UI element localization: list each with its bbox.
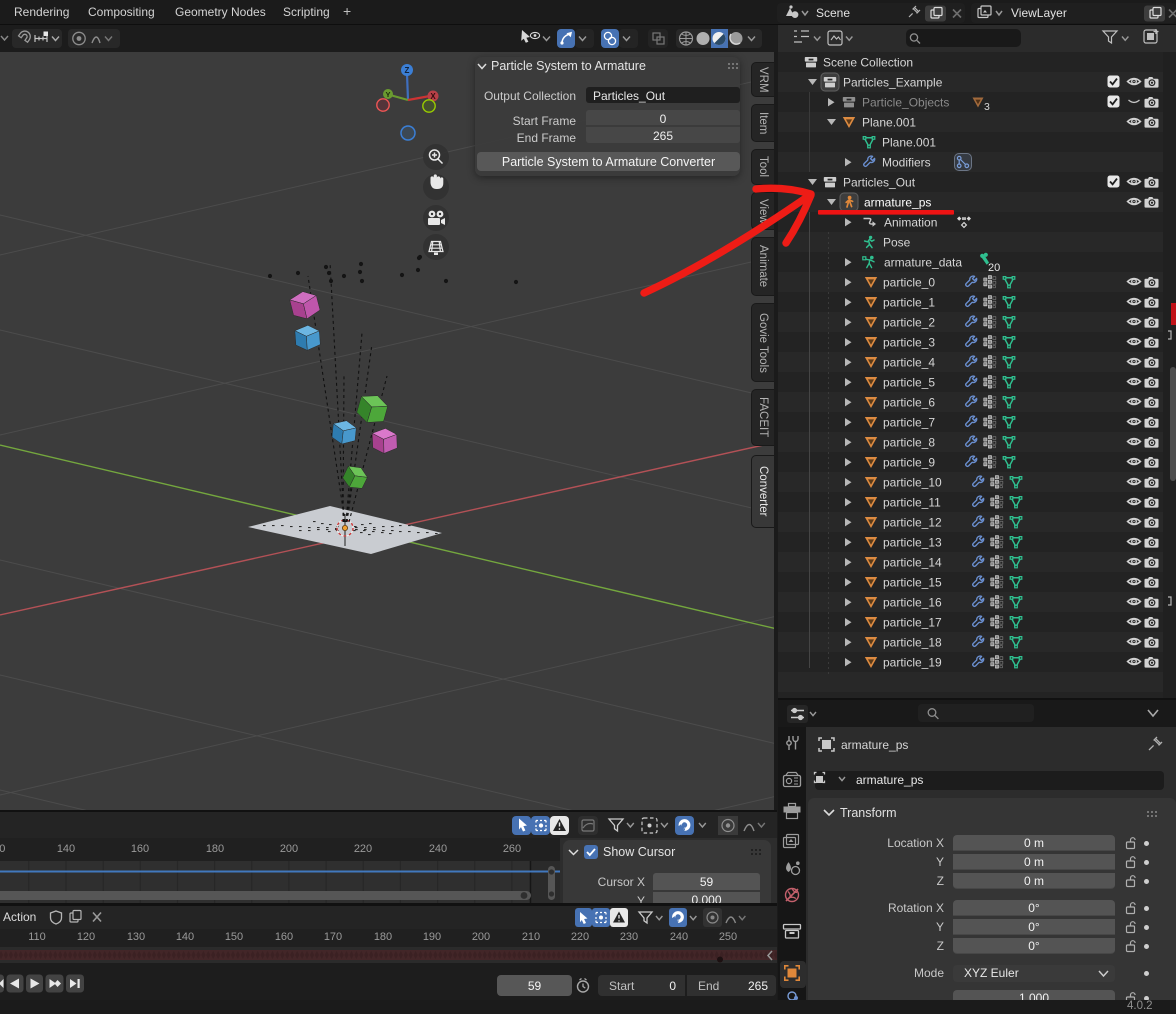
svg-text:particle_10: particle_10 bbox=[883, 476, 942, 490]
svg-text:particle_14: particle_14 bbox=[883, 556, 942, 570]
svg-text:particle_9: particle_9 bbox=[883, 456, 935, 470]
svg-text:Particles_Example: Particles_Example bbox=[843, 76, 943, 90]
svg-text:Plane.001: Plane.001 bbox=[862, 116, 916, 130]
svg-text:particle_12: particle_12 bbox=[883, 516, 942, 530]
svg-text:particle_7: particle_7 bbox=[883, 416, 935, 430]
svg-text:particle_18: particle_18 bbox=[883, 636, 942, 650]
svg-text:particle_16: particle_16 bbox=[883, 596, 942, 610]
svg-text:3: 3 bbox=[984, 101, 990, 113]
svg-text:particle_0: particle_0 bbox=[883, 276, 935, 290]
svg-text:Scene Collection: Scene Collection bbox=[823, 56, 913, 70]
svg-text:Particle_Objects: Particle_Objects bbox=[862, 96, 949, 110]
svg-text:armature_ps: armature_ps bbox=[864, 196, 931, 210]
svg-text:Pose: Pose bbox=[883, 236, 911, 250]
svg-text:particle_17: particle_17 bbox=[883, 616, 942, 630]
svg-text:20: 20 bbox=[988, 262, 1000, 274]
svg-text:Animation: Animation bbox=[884, 216, 937, 230]
svg-text:particle_15: particle_15 bbox=[883, 576, 942, 590]
svg-text:particle_11: particle_11 bbox=[883, 496, 941, 510]
svg-text:particle_13: particle_13 bbox=[883, 536, 942, 550]
svg-text:particle_1: particle_1 bbox=[883, 296, 935, 310]
svg-text:particle_3: particle_3 bbox=[883, 336, 935, 350]
svg-text:armature_data: armature_data bbox=[884, 256, 962, 270]
svg-text:Particles_Out: Particles_Out bbox=[843, 176, 916, 190]
svg-text:Y: Y bbox=[385, 90, 390, 99]
svg-text:particle_6: particle_6 bbox=[883, 396, 935, 410]
svg-text:Z: Z bbox=[405, 66, 410, 75]
svg-text:particle_8: particle_8 bbox=[883, 436, 935, 450]
svg-text:particle_4: particle_4 bbox=[883, 356, 935, 370]
svg-text:Modifiers: Modifiers bbox=[882, 156, 931, 170]
svg-text:Plane.001: Plane.001 bbox=[882, 136, 936, 150]
svg-text:particle_19: particle_19 bbox=[883, 656, 942, 670]
svg-text:particle_5: particle_5 bbox=[883, 376, 935, 390]
svg-text:particle_2: particle_2 bbox=[883, 316, 935, 330]
